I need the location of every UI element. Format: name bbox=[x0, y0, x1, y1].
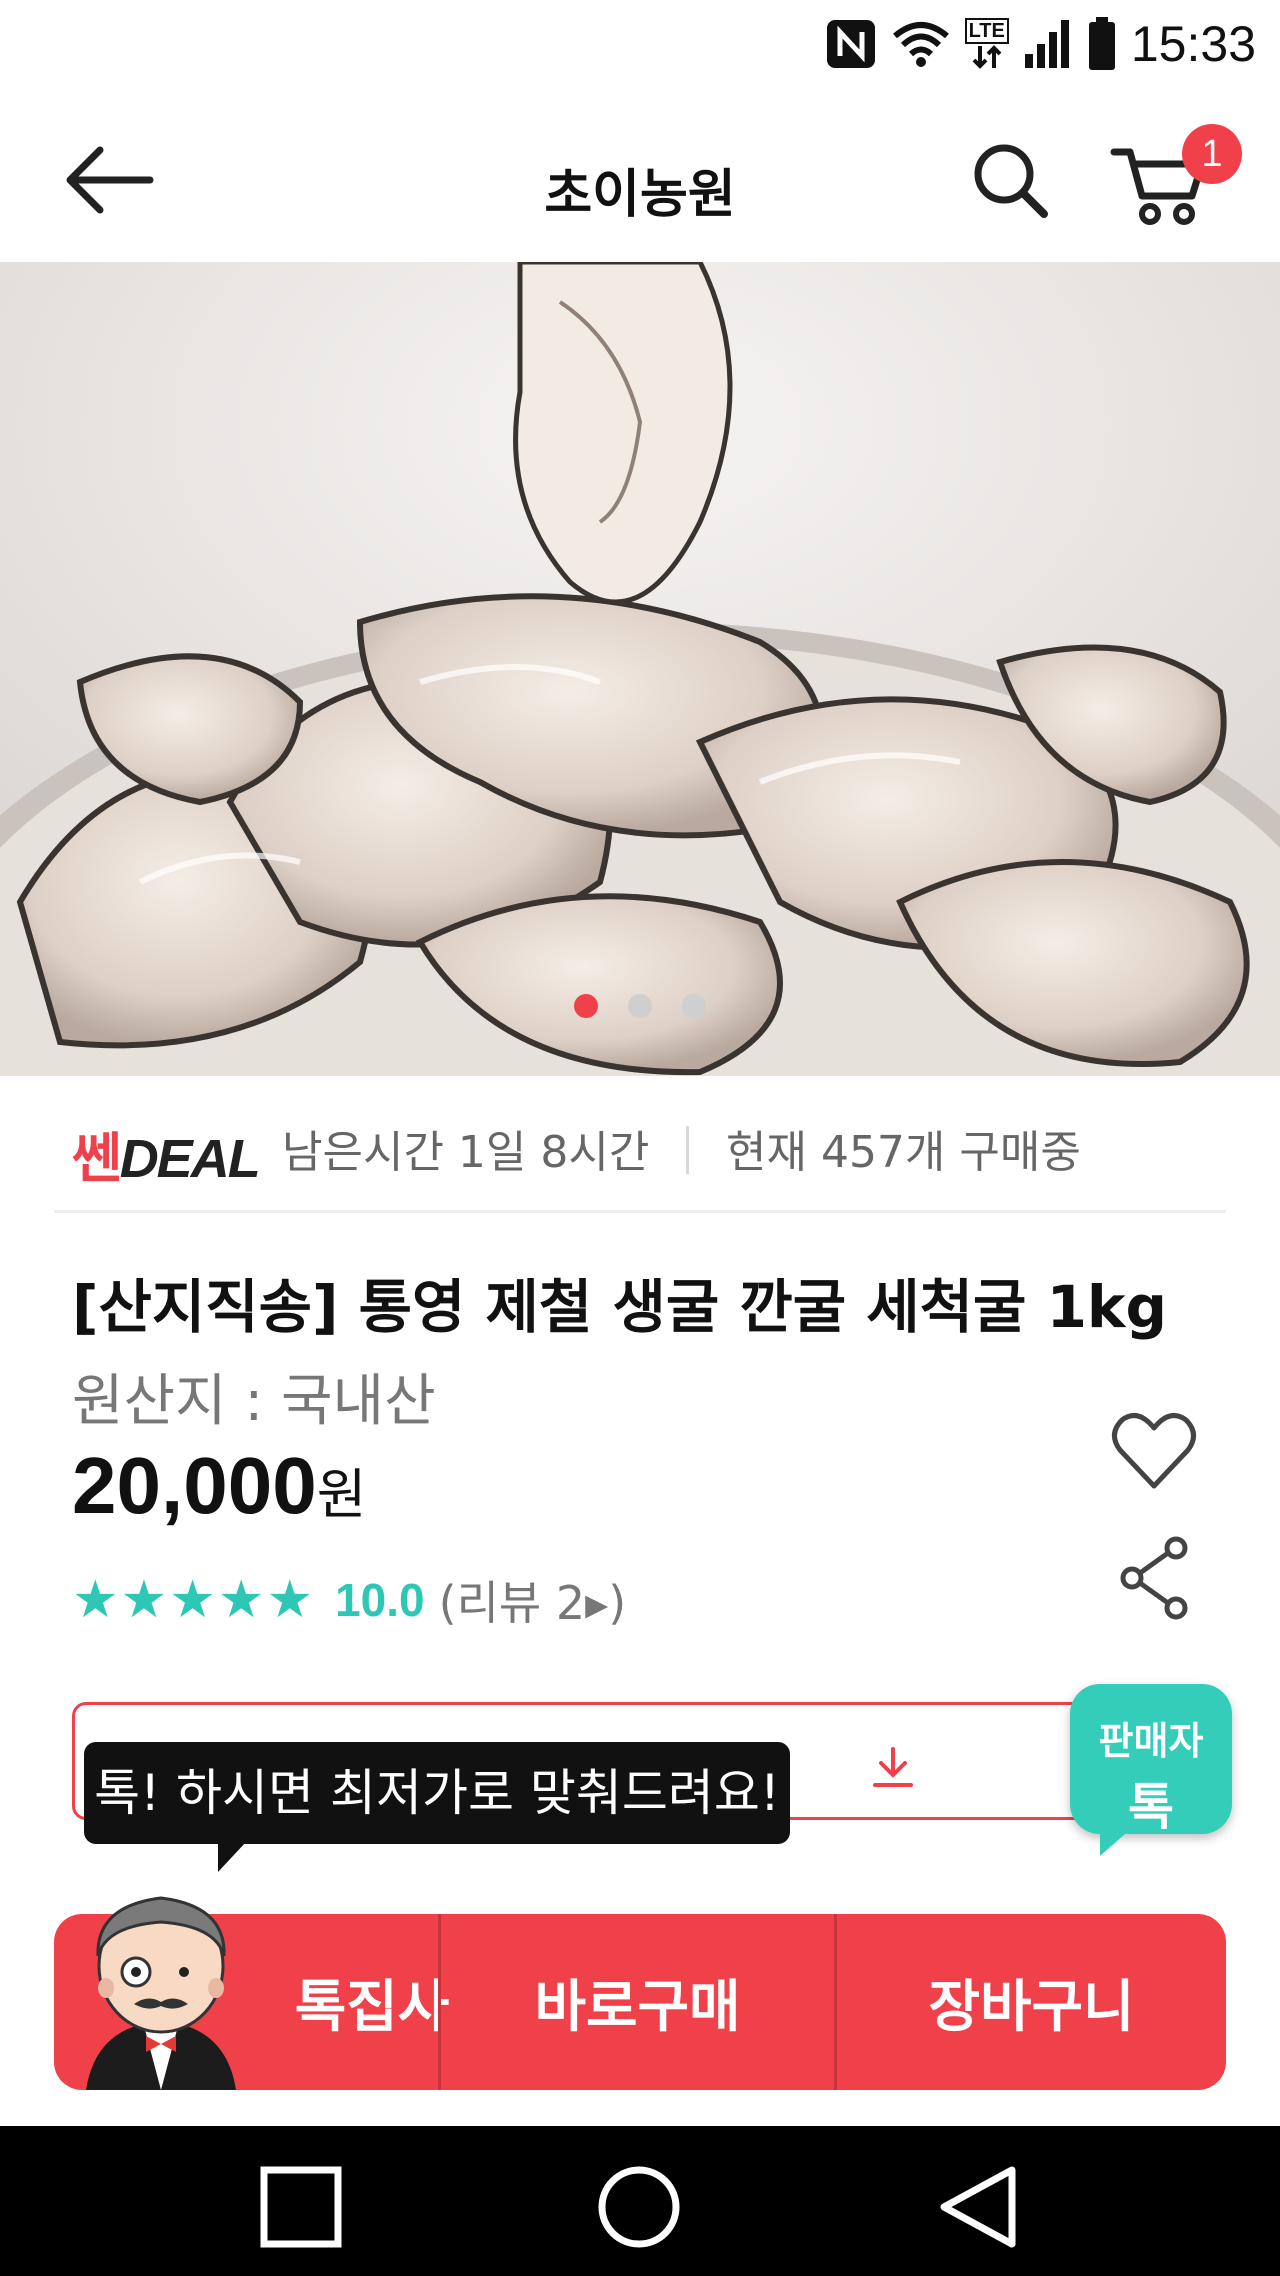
product-photo bbox=[0, 262, 1280, 1076]
carousel-dot-2[interactable] bbox=[628, 994, 652, 1018]
talk-tooltip: 톡! 하시면 최저가로 맞춰드려요! bbox=[84, 1742, 790, 1844]
heart-icon[interactable] bbox=[1110, 1410, 1198, 1494]
carousel-dot-3[interactable] bbox=[682, 994, 706, 1018]
recent-apps-icon[interactable] bbox=[256, 2162, 346, 2252]
tooltip-tail bbox=[218, 1842, 246, 1872]
search-icon[interactable] bbox=[970, 140, 1050, 220]
buy-now-button[interactable]: 바로구매 bbox=[441, 1914, 834, 2090]
home-icon[interactable] bbox=[594, 2162, 684, 2252]
deal-logo-part2: DEAL bbox=[119, 1129, 261, 1189]
deal-info-strip: 쎈DEAL 남은시간 1일 8시간 현재 457개 구매중 bbox=[54, 1080, 1226, 1213]
system-navigation-bar bbox=[0, 2126, 1280, 2276]
carousel-dot-1[interactable] bbox=[574, 994, 598, 1018]
price-unit: 원 bbox=[316, 1465, 367, 1525]
lte-icon: LTE bbox=[964, 18, 1009, 70]
add-to-cart-button[interactable]: 장바구니 bbox=[837, 1914, 1226, 2090]
rating-row: ★★★★★ 10.0 (리뷰 2▸) bbox=[72, 1568, 626, 1632]
product-title: [산지직송] 통영 제철 생굴 깐굴 세척굴 1kg bbox=[72, 1273, 1168, 1341]
review-link[interactable]: (리뷰 2▸) bbox=[439, 1567, 627, 1633]
status-icons: LTE 15:33 bbox=[825, 14, 1256, 74]
deal-divider bbox=[686, 1126, 689, 1174]
back-nav-icon[interactable] bbox=[932, 2162, 1022, 2252]
price-value: 20,000 bbox=[72, 1441, 317, 1530]
page-title: 초이농원 bbox=[544, 165, 736, 225]
signal-icon bbox=[1024, 20, 1069, 68]
top-app-bar: 초이농원 1 bbox=[0, 90, 1280, 262]
carousel-indicator bbox=[0, 994, 1280, 1018]
status-time: 15:33 bbox=[1130, 16, 1256, 72]
download-icon[interactable] bbox=[871, 1745, 915, 1789]
product-price: 20,000원 bbox=[72, 1440, 366, 1532]
lte-label: LTE bbox=[964, 18, 1009, 44]
product-origin: 원산지 : 국내산 bbox=[72, 1369, 436, 1434]
deal-remaining-time: 남은시간 1일 8시간 bbox=[282, 1127, 650, 1178]
battery-icon bbox=[1088, 17, 1115, 70]
share-icon[interactable] bbox=[1118, 1536, 1190, 1620]
deal-buyer-count: 현재 457개 구매중 bbox=[726, 1127, 1081, 1178]
nfc-icon bbox=[826, 20, 875, 68]
status-bar: LTE 15:33 bbox=[0, 0, 1280, 90]
seller-talk-tail bbox=[1100, 1826, 1134, 1856]
cart-count-badge: 1 bbox=[1182, 124, 1242, 184]
rating-score: 10.0 bbox=[335, 1574, 425, 1626]
rating-stars: ★★★★★ bbox=[72, 1570, 316, 1630]
product-image-carousel[interactable] bbox=[0, 262, 1280, 1076]
butler-mascot-icon[interactable] bbox=[76, 1876, 246, 2090]
seller-talk-label: 판매자 bbox=[1098, 1719, 1204, 1763]
deal-logo: 쎈DEAL bbox=[72, 1114, 261, 1193]
seller-talk-button[interactable]: 판매자 톡 bbox=[1070, 1684, 1232, 1836]
seller-talk-label-2: 톡 bbox=[1128, 1778, 1174, 1836]
deal-logo-part1: 쎈 bbox=[72, 1127, 122, 1190]
data-arrows-icon bbox=[972, 45, 1002, 69]
wifi-icon bbox=[892, 22, 949, 67]
